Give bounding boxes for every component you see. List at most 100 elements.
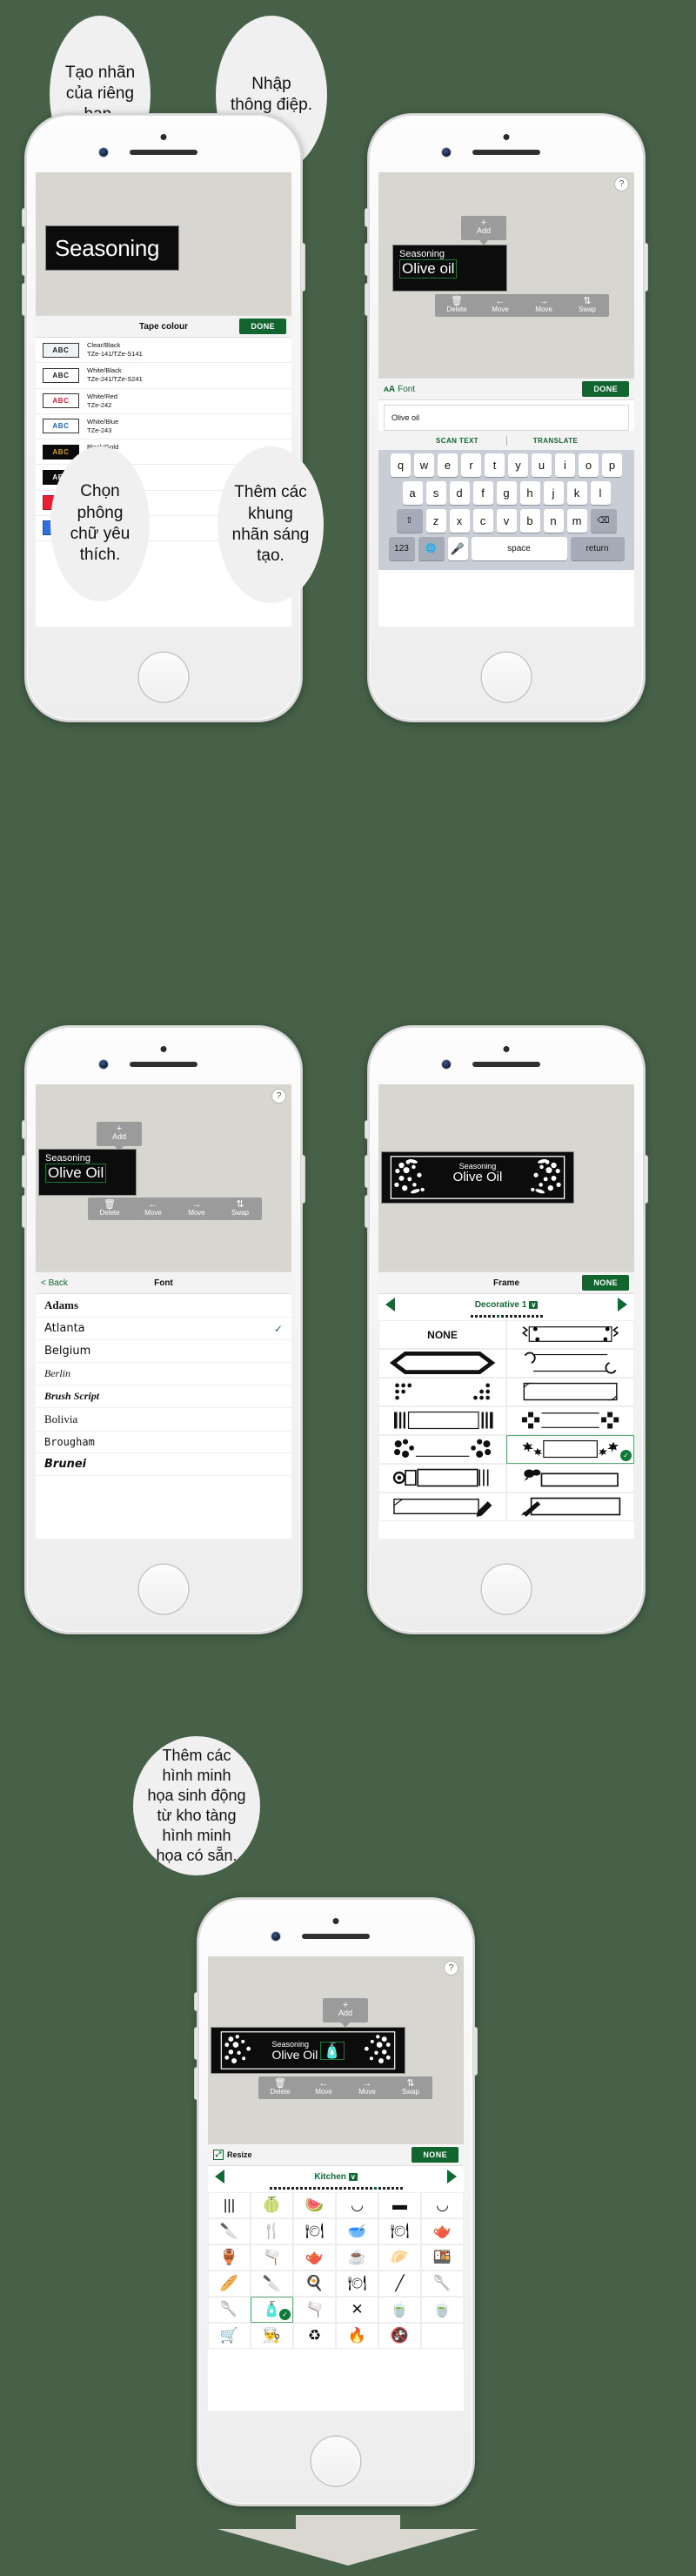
page-dot[interactable] [269,2187,272,2190]
page-dot[interactable] [378,2187,381,2190]
page-dot[interactable] [317,2187,320,2190]
key-n[interactable]: n [543,509,564,533]
volume-down-button[interactable] [23,284,26,315]
key-g[interactable]: g [496,481,517,505]
symbol-cell-pouring-jug[interactable]: 🫗 [293,2297,336,2323]
help-icon[interactable]: ? [615,178,628,191]
page-dot[interactable] [373,2187,377,2190]
symbol-cell-spatula[interactable]: 🥄 [421,2271,464,2297]
font-list[interactable]: Adams Atlanta ✓ Belgium Berlin Brush Script Bo… [36,1294,291,1476]
page-dot[interactable] [474,1315,478,1318]
symbol-none-button[interactable]: NONE [412,2147,458,2163]
volume-up-button[interactable] [23,1156,26,1187]
symbol-cell-oil-bottles[interactable]: 🧴 ✓ [251,2297,293,2323]
key-f[interactable]: f [472,481,493,505]
tool-move[interactable]: ← Move [131,1197,175,1220]
add-block-button[interactable]: + Add [97,1122,142,1151]
key-s[interactable]: s [425,481,446,505]
page-dot[interactable] [334,2187,338,2190]
framed-label-preview[interactable]: Seasoning Olive Oil 🧴 [211,2028,405,2073]
home-button[interactable] [139,653,188,701]
frame-cell-checker[interactable] [506,1406,634,1435]
label-line-2[interactable]: Olive oil [399,259,458,278]
key-m[interactable]: m [566,509,587,533]
symbol-cell-kettle[interactable]: 🫖 [293,2244,336,2271]
symbol-cell-sharpening-steel[interactable]: ╱ [378,2271,421,2297]
page-dot[interactable] [487,1315,491,1318]
page-dot[interactable] [338,2187,342,2190]
label-canvas-4[interactable]: Seasoning Olive Oil [378,1084,634,1271]
tool-move[interactable]: ← Move [478,294,522,317]
power-button[interactable] [301,1156,304,1203]
page-dot[interactable] [470,1315,473,1318]
key-h[interactable]: h [519,481,540,505]
label-preview-2[interactable]: Seasoning Olive oil [393,245,506,291]
page-dot[interactable] [496,1315,499,1318]
font-button[interactable]: ᴀA [384,385,395,394]
font-row[interactable]: Atlanta ✓ [36,1318,291,1340]
frame-cell-pencil[interactable] [506,1493,634,1521]
key-p[interactable]: p [602,453,622,477]
page-dot[interactable] [391,2187,394,2190]
block-toolbar-3[interactable]: 🗑 Delete ← Move → Move ⇅ Swap [88,1197,262,1220]
page-dot[interactable] [356,2187,359,2190]
key-a[interactable]: a [402,481,423,505]
frame-cell-none[interactable]: NONE [378,1320,506,1349]
page-dot[interactable] [483,1315,486,1318]
power-button[interactable] [301,244,304,291]
symbol-cell-frying-pan[interactable]: 🍳 [293,2271,336,2297]
symbol-cell-creamer-jug[interactable]: 🫗 [251,2244,293,2271]
key-r[interactable]: r [461,453,481,477]
page-dot[interactable] [500,1315,504,1318]
translate-button[interactable]: TRANSLATE [507,437,605,445]
label-canvas-5[interactable]: ? + Add Seasoning Olive Oil 🧴 🗑 Delete ←… [208,1956,464,2143]
tool-move[interactable]: → Move [175,1197,218,1220]
symbol-cell-whisk-crossed[interactable]: ✕ [336,2297,378,2323]
tool-move[interactable]: → Move [522,294,566,317]
volume-down-button[interactable] [23,1196,26,1227]
page-dot[interactable] [399,2187,403,2190]
add-block-button[interactable]: + Add [323,1998,368,2028]
page-dot[interactable] [539,1315,543,1318]
symbol-cell-chef-knife[interactable]: 🔪 [251,2271,293,2297]
space-key[interactable]: space [471,537,567,560]
symbol-cell-bread-bun[interactable]: ◡ [336,2192,378,2218]
page-dot[interactable] [360,2187,364,2190]
symbol-cell-flame[interactable]: 🔥 [336,2323,378,2349]
home-button[interactable] [482,1565,531,1613]
font-row[interactable]: Belgium [36,1340,291,1363]
font-row[interactable]: Brougham [36,1432,291,1453]
symbol-cell-steamer-basket[interactable]: 🥟 [378,2244,421,2271]
symbol-cell-fork[interactable]: 🍴 [251,2218,293,2244]
tool-delete[interactable]: 🗑 Delete [258,2076,302,2099]
power-button[interactable] [644,244,647,291]
key-e[interactable]: e [438,453,458,477]
page-dot[interactable] [526,1315,530,1318]
silent-switch[interactable] [365,1121,369,1138]
symbol-cell-teacup-saucer[interactable]: ☕ [336,2244,378,2271]
page-dot[interactable] [291,2187,294,2190]
page-dot[interactable] [282,2187,285,2190]
key-i[interactable]: i [555,453,575,477]
label-canvas-3[interactable]: ? + Add Seasoning Olive Oil 🗑 Delete ← Move… [36,1084,291,1271]
silent-switch[interactable] [23,1121,26,1138]
key-w[interactable]: w [414,453,434,477]
key-u[interactable]: u [532,453,552,477]
return-key[interactable]: return [570,537,625,560]
add-block-button[interactable]: + Add [461,216,506,245]
symbol-cell-rolling-pin[interactable]: 🥖 [208,2271,251,2297]
tape-colour-row[interactable]: ABC White/Black TZe-241/TZe-S241 [36,363,291,389]
page-dot[interactable] [513,1315,517,1318]
next-category-icon[interactable] [618,1298,627,1311]
tape-colour-row[interactable]: ABC White/Red TZe-242 [36,389,291,414]
page-dot[interactable] [518,1315,521,1318]
frame-cell-swirl[interactable] [506,1349,634,1378]
frame-cell-star-burst[interactable]: ✓ [506,1435,634,1464]
frame-grid[interactable]: NONE ✓ [378,1320,634,1521]
frame-cell-thin-corner[interactable] [506,1378,634,1406]
volume-down-button[interactable] [365,1196,369,1227]
page-dot[interactable] [312,2187,316,2190]
key-x[interactable]: x [449,509,470,533]
page-dot[interactable] [531,1315,534,1318]
font-row[interactable]: Brush Script [36,1385,291,1408]
